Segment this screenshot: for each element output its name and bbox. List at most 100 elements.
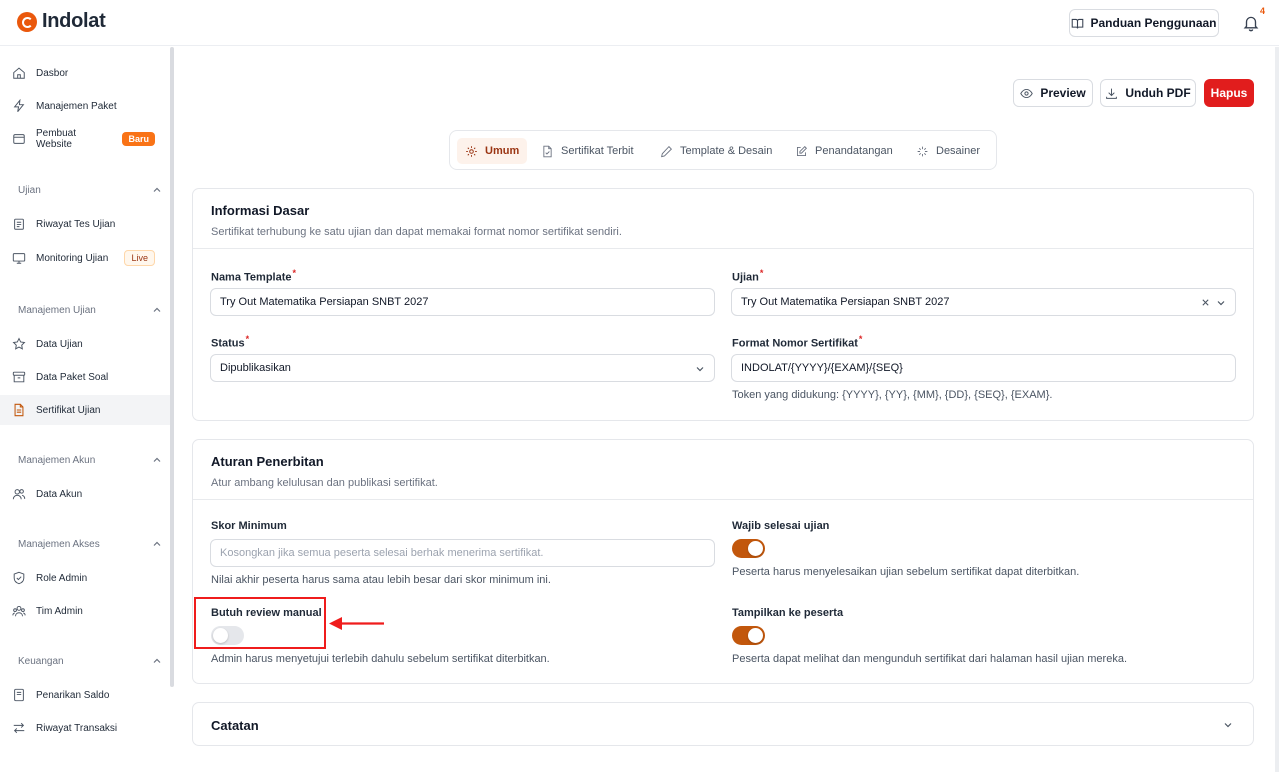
exam-select[interactable]: Try Out Matematika Persiapan SNBT 2027 [731,288,1236,316]
gear-icon [466,145,477,157]
sidebar-item-label: Data Ujian [36,338,83,350]
manual-review-help-text: Admin harus menyetujui terlebih dahulu s… [211,653,550,665]
tab-label: Sertifikat Terbit [561,145,634,157]
annotation-highlight-box [194,597,326,649]
sidebar-section-label: Ujian [18,184,41,196]
tab-label: Penandatangan [815,145,893,157]
tab-desainer[interactable]: Desainer [908,138,988,164]
sidebar-item-dasbor[interactable]: Dasbor [0,58,170,88]
tab-sertifikat-terbit[interactable]: Sertifikat Terbit [533,138,642,164]
toggle-knob [748,628,763,643]
sidebar-section-manajemen-akses[interactable]: Manajemen Akses [0,534,170,554]
card-title: Aturan Penerbitan [211,454,324,469]
sidebar-item-sertifikat-ujian[interactable]: Sertifikat Ujian [0,395,170,425]
card-title: Informasi Dasar [211,203,310,218]
template-name-label: Nama Template* [211,268,297,284]
home-icon [13,67,25,79]
min-score-label: Skor Minimum [211,520,287,532]
show-participant-help-text: Peserta dapat melihat dan mengunduh sert… [732,653,1128,665]
chevron-up-icon [153,457,161,462]
tab-template-desain[interactable]: Template & Desain [652,138,780,164]
preview-button-label: Preview [1040,86,1086,100]
show-participant-toggle[interactable] [732,626,765,645]
edit-square-icon [796,145,808,156]
clear-icon[interactable] [1201,298,1210,307]
lightning-icon [13,99,25,112]
chevron-up-icon [153,307,161,312]
main-scrollbar[interactable] [1275,47,1279,772]
sidebar-item-penarikan-saldo[interactable]: Penarikan Saldo [0,680,170,710]
shield-check-icon [13,571,25,585]
download-icon [1106,88,1118,99]
sidebar-section-manajemen-ujian[interactable]: Manajemen Ujian [0,300,170,320]
sidebar-item-label: Manajemen Paket [36,100,117,112]
chevron-down-icon[interactable] [1223,720,1233,730]
format-input[interactable]: INDOLAT/{YYYY}/{EXAM}/{SEQ} [731,354,1236,382]
sidebar-item-role-admin[interactable]: Role Admin [0,563,170,593]
sidebar-item-tim-admin[interactable]: Tim Admin [0,596,170,626]
chevron-up-icon [153,187,161,192]
browser-window-icon [13,134,25,144]
sidebar-item-label: Data Paket Soal [36,371,109,383]
tab-bar: Umum Sertifikat Terbit Template & Desain… [449,130,997,170]
sidebar-item-label: Role Admin [36,572,88,584]
sidebar-section-ujian[interactable]: Ujian [0,180,170,200]
status-select-value: Dipublikasikan [220,362,291,374]
sidebar-item-riwayat-transaksi[interactable]: Riwayat Transaksi [0,713,170,743]
monitor-icon [12,253,26,264]
sidebar-item-label: Tim Admin [36,605,83,617]
brand-logo-icon [17,11,37,32]
clipboard-list-icon [14,218,24,230]
eye-icon [1020,88,1034,98]
sidebar-item-data-ujian[interactable]: Data Ujian [0,329,170,359]
tab-label: Desainer [936,145,981,157]
new-badge: Baru [122,132,155,146]
sidebar-section-keuangan[interactable]: Keuangan [0,651,170,671]
sidebar-item-label: Pembuat Website [36,128,77,150]
tab-penandatangan[interactable]: Penandatangan [787,138,901,164]
sidebar-item-label: Sertifikat Ujian [36,404,101,416]
sidebar-section-label: Manajemen Akses [18,538,100,550]
pen-icon [661,145,673,157]
preview-button[interactable]: Preview [1013,79,1093,107]
brand-name: Indolat [42,10,106,32]
sidebar-section-manajemen-akun[interactable]: Manajemen Akun [0,450,170,470]
card-subtitle: Sertifikat terhubung ke satu ujian dan d… [211,226,622,238]
chevron-up-icon [153,658,161,663]
brand[interactable]: Indolat [17,10,106,33]
sidebar-item-manajemen-paket[interactable]: Manajemen Paket [0,91,170,121]
archive-box-icon [12,371,26,383]
chevron-down-icon[interactable] [695,364,705,374]
bell-icon[interactable] [1242,14,1260,32]
must-finish-label: Wajib selesai ujian [732,520,830,532]
sidebar-item-riwayat-tes-ujian[interactable]: Riwayat Tes Ujian [0,209,170,239]
sidebar-item-pembuat-website[interactable]: Pembuat Website Baru [0,124,170,154]
card-header: Aturan Penerbitan Atur ambang kelulusan … [193,440,1253,500]
sidebar-item-data-paket-soal[interactable]: Data Paket Soal [0,362,170,392]
download-pdf-button[interactable]: Unduh PDF [1100,79,1196,107]
format-help-text: Token yang didukung: {YYYY}, {YY}, {MM},… [732,389,1053,401]
exam-select-value: Try Out Matematika Persiapan SNBT 2027 [741,296,950,308]
sidebar-section-label: Keuangan [18,655,64,667]
status-select[interactable]: Dipublikasikan [210,354,715,382]
chevron-down-icon[interactable] [1216,298,1226,308]
template-name-input[interactable]: Try Out Matematika Persiapan SNBT 2027 [210,288,715,316]
sidebar-item-label: Riwayat Transaksi [36,722,118,734]
users-icon [12,489,26,500]
sidebar-item-monitoring-ujian[interactable]: Monitoring Ujian Live [0,243,170,273]
sidebar-item-label: Riwayat Tes Ujian [36,218,116,230]
notes-card[interactable]: Catatan [192,702,1254,746]
status-label: Status* [211,334,250,350]
delete-button[interactable]: Hapus [1204,79,1254,107]
must-finish-toggle[interactable] [732,539,765,558]
top-bar: Indolat Panduan Penggunaan [0,0,1279,46]
min-score-input[interactable]: Kosongkan jika semua peserta selesai ber… [210,539,715,567]
card-subtitle: Atur ambang kelulusan dan publikasi sert… [211,477,438,489]
tab-umum[interactable]: Umum [457,138,528,164]
sidebar-item-data-akun[interactable]: Data Akun [0,479,170,509]
swap-arrows-icon [13,722,25,734]
guide-button[interactable]: Panduan Penggunaan [1069,9,1219,37]
chevron-up-icon [153,541,161,546]
book-icon [1072,18,1084,28]
toggle-knob [748,541,763,556]
